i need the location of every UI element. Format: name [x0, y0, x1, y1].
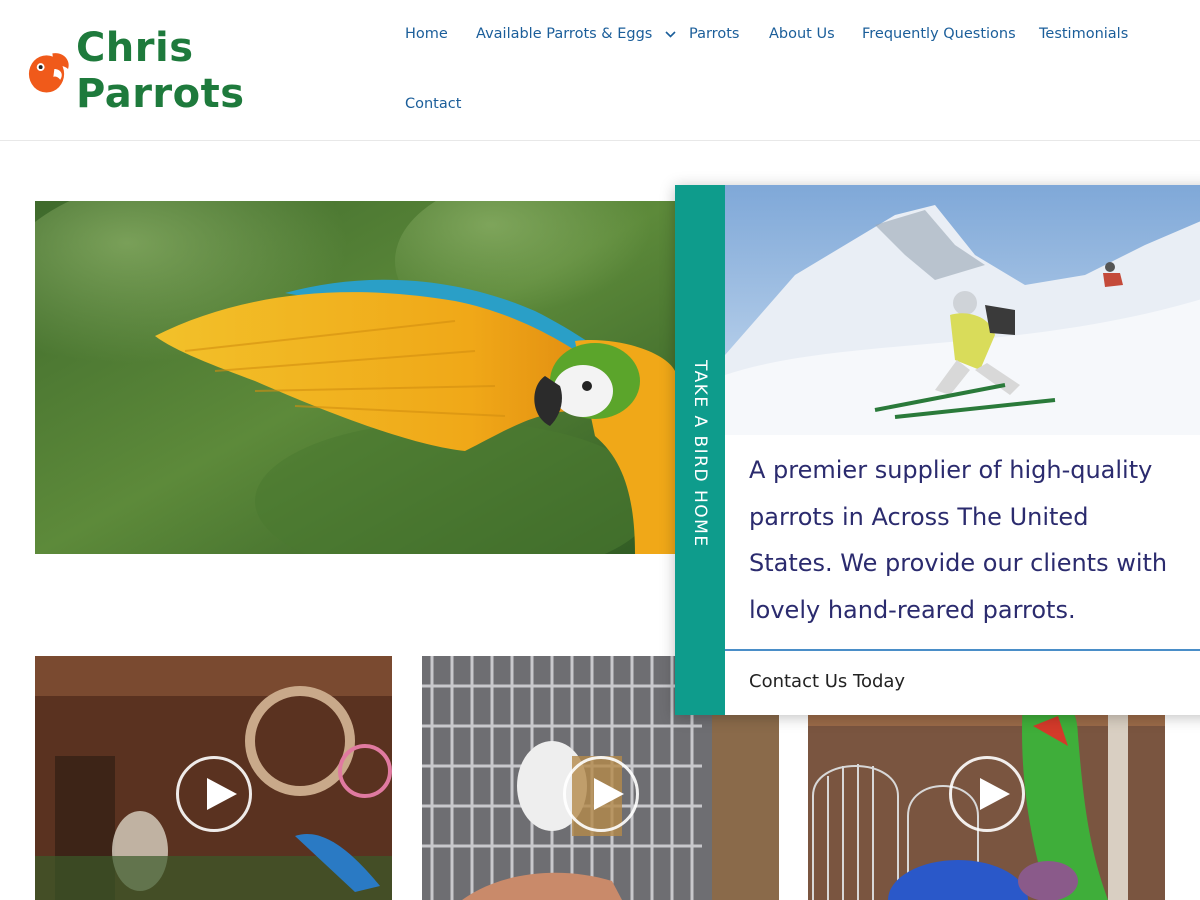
- promo-popup: TAKE A BIRD HOME A premier supplier of h…: [675, 185, 1200, 715]
- play-icon[interactable]: [948, 756, 1025, 832]
- brand-name: Chris Parrots: [75, 25, 245, 117]
- popup-side-tab[interactable]: TAKE A BIRD HOME: [675, 185, 725, 715]
- nav-testimonials[interactable]: Testimonials: [1039, 26, 1128, 42]
- play-icon[interactable]: [175, 756, 252, 832]
- nav-about-us[interactable]: About Us: [769, 26, 835, 42]
- video-thumbnail-1[interactable]: [35, 656, 392, 900]
- popup-skier-image: [725, 185, 1200, 435]
- hero-macaw-image: [35, 201, 675, 554]
- nav-home[interactable]: Home: [405, 26, 448, 42]
- nav-parrots[interactable]: Parrots: [689, 26, 739, 42]
- nav-frequently-questions[interactable]: Frequently Questions: [862, 26, 1016, 42]
- site-logo[interactable]: Chris Parrots: [25, 25, 370, 117]
- nav-available-label: Available Parrots & Eggs: [476, 26, 653, 42]
- site-header: Chris Parrots Home Available Parrots & E…: [0, 0, 1200, 141]
- popup-tab-label: TAKE A BIRD HOME: [690, 360, 710, 548]
- chevron-down-icon: [665, 30, 676, 38]
- nav-available-parrots-eggs[interactable]: Available Parrots & Eggs: [476, 26, 676, 42]
- popup-divider: [725, 649, 1200, 651]
- nav-contact[interactable]: Contact: [405, 96, 461, 112]
- contact-us-today-link[interactable]: Contact Us Today: [749, 671, 905, 692]
- popup-message: A premier supplier of high-quality parro…: [749, 456, 1168, 624]
- parrot-logo-icon: [28, 53, 69, 93]
- play-icon[interactable]: [562, 756, 639, 832]
